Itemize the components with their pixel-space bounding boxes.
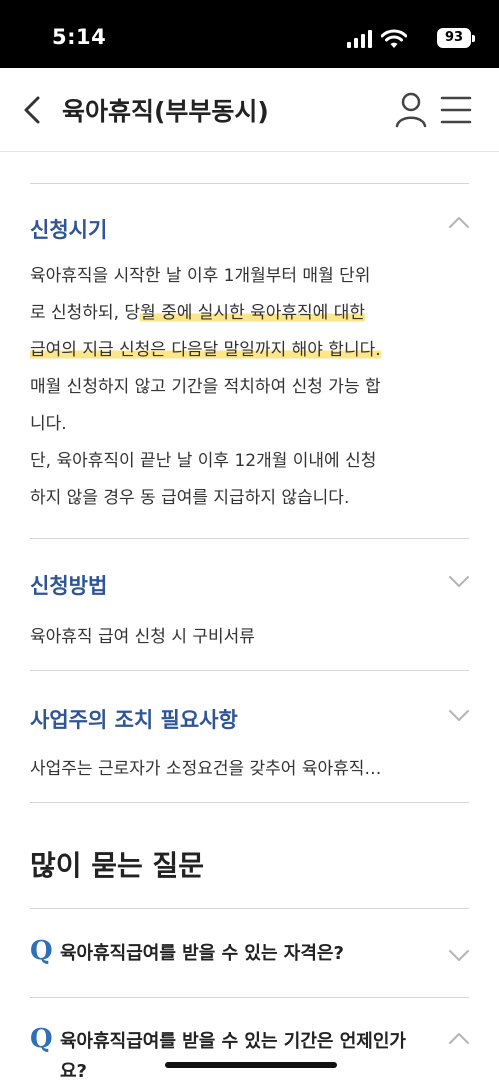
body-line: 단, 육아휴직이 끝난 날 이후 12개월 이내에 신청 [30,451,377,471]
body-line: 급여의 지급 신청은 다음달 말일까지 해야 합니다. [30,332,475,369]
section-body: 육아휴직을 시작한 날 이후 1개월부터 매월 단위 로 신청하되, 당월 중에… [30,258,475,517]
section-summary: 사업주는 근로자가 소정요건을 갖추어 육아휴직… [30,759,382,779]
section-summary: 육아휴직 급여 신청 시 구비서류 [30,627,255,647]
section-title: 신청방법 [30,574,108,598]
signal-icon [347,30,372,48]
scroll-content[interactable]: 신청시기 육아휴직을 시작한 날 이후 1개월부터 매월 단위 로 신청하되, … [0,152,499,1080]
divider [30,183,469,184]
chevron-up-icon [449,217,469,228]
menu-button[interactable] [440,92,472,128]
battery-level: 93 [444,30,464,45]
status-bar: 5:14 93 [0,0,499,68]
user-button[interactable] [394,90,428,130]
faq-heading: 많이 묻는 질문 [30,849,205,882]
divider [30,997,469,998]
back-button[interactable] [18,90,48,130]
divider [30,908,469,909]
chevron-down-icon [449,576,469,587]
body-line: 로 신청하되, 당월 중에 실시한 육아휴직에 대한 [30,303,365,323]
battery-icon: 93 [437,28,475,48]
question-mark-label: Q [30,1024,53,1054]
app-header: 육아휴직(부부동시) [0,68,499,152]
status-time: 5:14 [52,25,107,49]
section-title: 신청시기 [30,218,108,242]
divider [30,802,469,803]
chevron-down-icon [449,710,469,721]
highlighted-text: 월 중에 실시한 육아휴직에 대한 [140,303,365,323]
divider [30,538,469,539]
chevron-left-icon [24,96,40,124]
home-indicator [165,1062,337,1068]
chevron-down-icon [449,950,469,961]
page-title: 육아휴직(부부동시) [62,97,269,126]
wifi-icon [381,29,407,48]
question-mark-label: Q [30,936,53,966]
hamburger-menu-icon [440,96,472,124]
body-line: 매월 신청하지 않고 기간을 적치하여 신청 가능 합 [30,377,381,397]
body-line: 니다. [30,414,67,434]
faq-question: 육아휴직급여를 받을 수 있는 자격은? [60,943,344,964]
faq-question: 육아휴직급여를 받을 수 있는 기간은 언제인가요? [60,1031,406,1080]
battery-tip [472,35,475,42]
section-title: 사업주의 조치 필요사항 [30,708,238,732]
body-line: 하지 않을 경우 동 급여를 지급하지 않습니다. [30,488,350,508]
chevron-up-icon [449,1033,469,1044]
user-icon [395,92,427,128]
body-line: 육아휴직을 시작한 날 이후 1개월부터 매월 단위 [30,266,371,286]
divider [30,670,469,671]
highlighted-text: 급여의 지급 신청은 다음달 말일까지 해야 합니다. [30,340,381,360]
